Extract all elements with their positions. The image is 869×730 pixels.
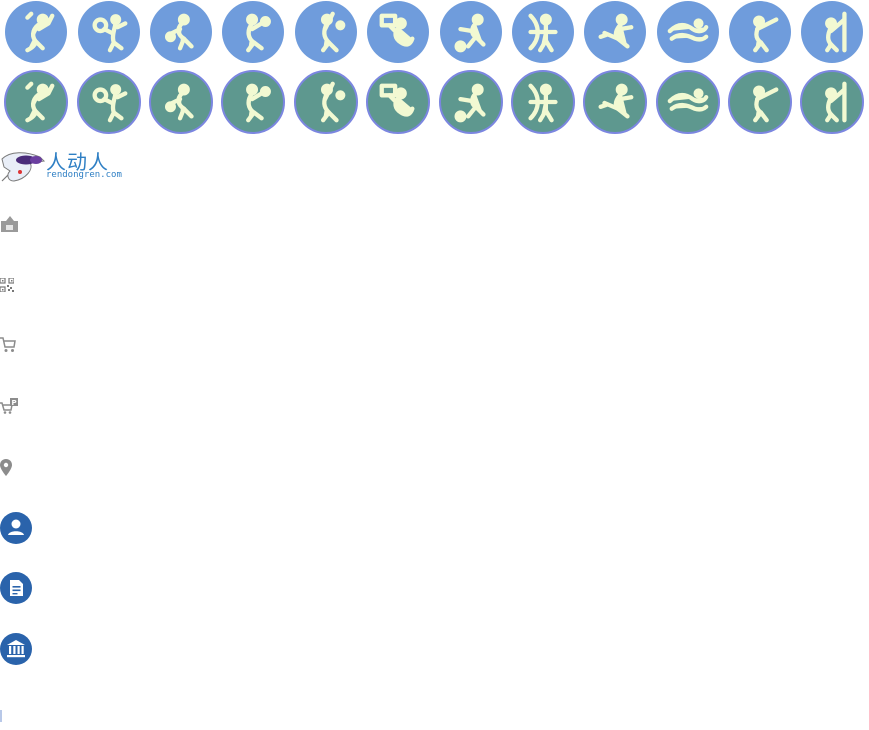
sport-cell[interactable] — [145, 68, 217, 136]
badminton-icon — [5, 0, 68, 63]
svg-text:P: P — [12, 399, 17, 407]
swimming-icon — [655, 70, 720, 134]
tennis-icon — [76, 70, 141, 134]
user-circle-icon — [0, 512, 32, 544]
handball-icon — [222, 0, 285, 63]
sport-cell[interactable] — [652, 68, 724, 136]
figure-skating-icon — [584, 0, 647, 63]
sport-icon-row-blue — [0, 0, 869, 63]
baseball-icon — [294, 0, 357, 63]
bank-circle-icon — [0, 633, 32, 665]
gymnastics-icon — [800, 70, 865, 134]
gymnastics-icon — [801, 0, 864, 63]
sport-cell[interactable] — [796, 0, 868, 63]
sport-cell[interactable] — [724, 0, 796, 63]
sport-cell[interactable] — [72, 0, 144, 63]
sport-cell[interactable] — [362, 0, 434, 63]
lock-box-icon — [0, 215, 20, 233]
sport-cell[interactable] — [0, 0, 72, 63]
weightlifting-icon — [366, 70, 431, 134]
shooting-icon — [728, 70, 793, 134]
sport-cell[interactable] — [217, 68, 289, 136]
volleyball-icon — [148, 70, 213, 134]
sport-cell[interactable] — [507, 0, 579, 63]
shopping-cart-icon — [0, 337, 16, 353]
swimming-icon — [656, 0, 719, 63]
soccer-icon — [438, 70, 503, 134]
sport-cell[interactable] — [145, 0, 217, 63]
logo-url-text: rendongren.com — [46, 170, 122, 180]
archery-icon — [511, 0, 574, 63]
document-circle-icon — [0, 572, 32, 604]
sport-cell[interactable] — [434, 0, 506, 63]
sport-cell[interactable] — [290, 0, 362, 63]
archery-icon — [510, 70, 575, 134]
site-logo[interactable]: 人动人 rendongren.com — [0, 145, 125, 185]
tennis-icon — [77, 0, 140, 63]
sport-cell[interactable] — [579, 68, 651, 136]
sport-cell[interactable] — [217, 0, 289, 63]
sport-cell[interactable] — [72, 68, 144, 136]
badminton-icon — [4, 70, 69, 134]
sport-icon-row-teal — [0, 68, 869, 136]
sport-cell[interactable] — [507, 68, 579, 136]
shooting-icon — [729, 0, 792, 63]
sport-cell[interactable] — [796, 68, 868, 136]
sport-cell[interactable] — [362, 68, 434, 136]
location-pin-icon — [0, 459, 12, 477]
handball-icon — [221, 70, 286, 134]
soccer-icon — [439, 0, 502, 63]
baseball-icon — [293, 70, 358, 134]
sport-cell[interactable] — [0, 68, 72, 136]
weightlifting-icon — [367, 0, 430, 63]
sport-cell[interactable] — [434, 68, 506, 136]
cart-parking-icon: P — [0, 398, 18, 414]
volleyball-icon — [149, 0, 212, 63]
logo-mascot-icon — [1, 152, 46, 182]
sport-cell[interactable] — [579, 0, 651, 63]
divider-mark — [0, 710, 2, 722]
qr-code-icon — [0, 278, 14, 292]
sport-cell[interactable] — [290, 68, 362, 136]
sport-cell[interactable] — [652, 0, 724, 63]
sport-cell[interactable] — [724, 68, 796, 136]
figure-skating-icon — [583, 70, 648, 134]
